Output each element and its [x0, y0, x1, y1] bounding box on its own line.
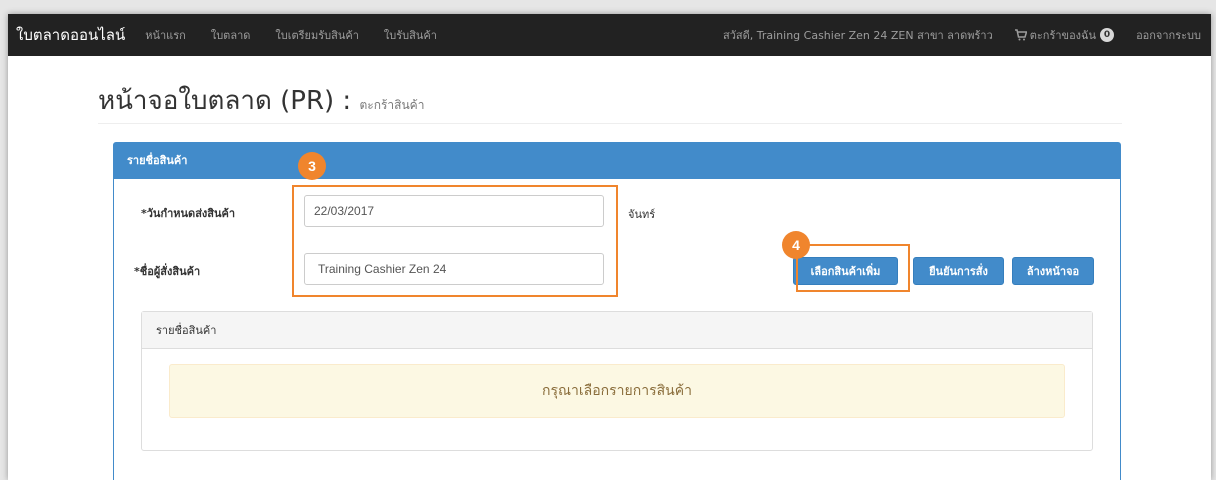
orderer-name-label: *ชื่อผู้สั่งสินค้า — [134, 265, 201, 278]
logout-link[interactable]: ออกจากระบบ — [1136, 26, 1201, 44]
callout-3-marker: 3 — [298, 152, 326, 180]
page-subtitle: ตะกร้าสินค้า — [359, 98, 425, 112]
title-divider — [98, 123, 1122, 124]
product-list-panel: รายชื่อสินค้า กรุณาเลือกรายการสินค้า — [141, 311, 1093, 451]
top-navbar: ใบตลาดออนไลน์ หน้าแรก ใบตลาด ใบเตรียมรับ… — [8, 14, 1211, 56]
nav-link-prepare-receipt[interactable]: ใบเตรียมรับสินค้า — [275, 26, 359, 44]
callout-3-highlight — [292, 185, 618, 297]
cart-icon — [1014, 29, 1027, 41]
product-list-heading: รายชื่อสินค้า — [142, 312, 1092, 349]
order-panel: รายชื่อสินค้า *วันกำหนดส่งสินค้า จันทร์ … — [113, 142, 1121, 480]
cart-link[interactable]: ตะกร้าของฉัน 0 — [1014, 26, 1115, 44]
confirm-order-button[interactable]: ยืนยันการสั่ง — [913, 257, 1004, 285]
cart-label: ตะกร้าของฉัน — [1029, 29, 1097, 42]
app-window: ใบตลาดออนไลน์ หน้าแรก ใบตลาด ใบเตรียมรับ… — [8, 14, 1211, 480]
empty-product-alert: กรุณาเลือกรายการสินค้า — [169, 364, 1065, 418]
nav-link-goods-receipt[interactable]: ใบรับสินค้า — [384, 26, 437, 44]
nav-link-home[interactable]: หน้าแรก — [145, 26, 186, 44]
callout-4-marker: 4 — [782, 231, 810, 259]
user-greeting: สวัสดี, Training Cashier Zen 24 ZEN สาขา… — [723, 29, 993, 42]
navbar-right: สวัสดี, Training Cashier Zen 24 ZEN สาขา… — [723, 26, 1211, 44]
callout-4-highlight — [796, 244, 910, 292]
brand-logo[interactable]: ใบตลาดออนไลน์ — [16, 23, 125, 47]
cart-count-badge: 0 — [1100, 28, 1115, 42]
order-panel-heading: รายชื่อสินค้า — [114, 143, 1120, 179]
clear-screen-button[interactable]: ล้างหน้าจอ — [1012, 257, 1094, 285]
nav-link-market-list[interactable]: ใบตลาด — [211, 26, 251, 44]
delivery-day-name: จันทร์ — [628, 208, 656, 221]
page-title: หน้าจอใบตลาด (PR) : ตะกร้าสินค้า — [98, 80, 424, 121]
page-title-text: หน้าจอใบตลาด (PR) : — [98, 86, 352, 116]
delivery-date-label: *วันกำหนดส่งสินค้า — [141, 207, 236, 220]
